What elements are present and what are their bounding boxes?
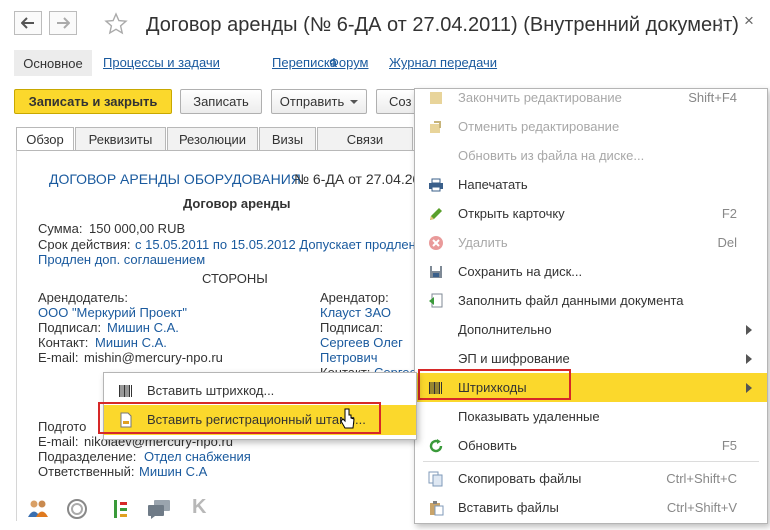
submenu-arrow-icon — [746, 354, 752, 364]
nav-main-tab[interactable]: Основное — [14, 50, 92, 76]
lessor-email-value: mishin@mercury-npo.ru — [84, 350, 223, 365]
division-label: Подразделение: — [38, 449, 137, 464]
menu-item-refresh[interactable]: Обновить F5 — [415, 431, 767, 460]
save-disk-icon — [430, 266, 442, 278]
users-icon[interactable] — [26, 498, 50, 520]
cancel-edit-icon — [430, 121, 441, 133]
tab-overview[interactable]: Обзор — [16, 127, 74, 151]
chevron-down-icon — [350, 99, 359, 104]
send-button-label: Отправить — [279, 94, 345, 109]
lessor-signed-label: Подписал: — [38, 320, 102, 335]
lessee-signed-link-2[interactable]: Петрович — [320, 350, 378, 365]
menu-item-fill-file[interactable]: Заполнить файл данными документа — [415, 286, 767, 315]
nav-link-transfer-log[interactable]: Журнал передачи — [389, 55, 497, 70]
printer-icon — [429, 178, 443, 192]
menu-item-more[interactable]: Дополнительно — [415, 315, 767, 344]
close-window-button[interactable]: × — [744, 11, 754, 31]
nav-link-forum[interactable]: Форум — [329, 55, 369, 70]
menu-item-copy-files[interactable]: Скопировать файлы Ctrl+Shift+C — [415, 464, 767, 493]
write-and-close-button[interactable]: Записать и закрыть — [14, 89, 172, 114]
prepared-label: Подгото — [38, 419, 87, 434]
responsible-label: Ответственный: — [38, 464, 135, 479]
discussion-icon[interactable] — [66, 498, 88, 520]
menu-item-open-card[interactable]: Открыть карточку F2 — [415, 199, 767, 228]
copy-files-icon — [428, 471, 443, 487]
favorite-star-icon[interactable] — [104, 12, 128, 36]
file-context-menu: Закончить редактирование Shift+F4 Отмени… — [414, 88, 768, 524]
forward-button[interactable] — [49, 11, 77, 35]
lessee-signed-link-1[interactable]: Сергеев Олег — [320, 335, 403, 350]
responsible-link[interactable]: Мишин С.А — [139, 464, 207, 479]
menu-item-finish-editing[interactable]: Закончить редактирование Shift+F4 — [415, 89, 767, 112]
document-number: № 6-ДА от 27.04.20 — [294, 171, 421, 187]
menu-item-delete[interactable]: Удалить Del — [415, 228, 767, 257]
write-button[interactable]: Записать — [180, 89, 262, 114]
tab-links[interactable]: Связи — [317, 127, 413, 151]
lessee-signed-label: Подписал: — [320, 320, 384, 335]
extension-link[interactable]: Продлен доп. соглашением — [38, 252, 205, 267]
menu-item-paste-files[interactable]: Вставить файлы Ctrl+Shift+V — [415, 493, 767, 522]
lessee-label: Арендатор: — [320, 290, 389, 305]
arrow-left-icon — [21, 17, 34, 29]
term-value: с 15.05.2011 по 15.05.2012 Допускает про… — [135, 237, 416, 252]
document-heading: Договор аренды — [183, 196, 291, 211]
tab-resolutions[interactable]: Резолюции — [167, 127, 258, 151]
chat-icon[interactable] — [146, 498, 172, 520]
lessor-label: Арендодатель: — [38, 290, 128, 305]
parties-heading: СТОРОНЫ — [202, 271, 268, 286]
barcode-icon — [119, 385, 132, 397]
submenu-arrow-icon — [746, 325, 752, 335]
paste-files-icon — [430, 501, 444, 516]
nav-link-processes[interactable]: Процессы и задачи — [103, 55, 220, 70]
nav-link-correspondence[interactable]: Переписка — [272, 55, 337, 70]
k-letter-icon[interactable]: K — [192, 496, 206, 519]
division-link[interactable]: Отдел снабжения — [144, 449, 251, 464]
lessor-email-label: E-mail: — [38, 350, 79, 365]
sum-value: 150 000,00 RUB — [89, 221, 186, 236]
finish-edit-icon — [430, 92, 442, 104]
menu-item-save-to-disk[interactable]: Сохранить на диск... — [415, 257, 767, 286]
more-vertical-icon[interactable] — [718, 18, 722, 32]
menu-item-show-deleted[interactable]: Показывать удаленные — [415, 402, 767, 431]
fill-file-icon — [429, 293, 443, 308]
lessee-name-link[interactable]: Клауст ЗАО — [320, 305, 391, 320]
window-title: Договор аренды (№ 6-ДА от 27.04.2011) (В… — [146, 14, 739, 36]
pencil-icon — [430, 208, 442, 220]
arrow-right-icon — [57, 17, 70, 29]
tab-visas[interactable]: Визы — [259, 127, 316, 151]
delete-icon — [429, 236, 443, 250]
sum-label: Сумма: — [38, 221, 83, 236]
stamp-highlight-frame — [98, 402, 381, 434]
mouse-pointer-icon — [340, 408, 355, 429]
menu-item-cancel-editing[interactable]: Отменить редактирование — [415, 112, 767, 141]
lessor-name-link[interactable]: ООО "Меркурий Проект" — [38, 305, 187, 320]
lessor-signed-link[interactable]: Мишин С.А. — [107, 320, 179, 335]
lessor-contact-link[interactable]: Мишин С.А. — [95, 335, 167, 350]
tab-details[interactable]: Реквизиты — [75, 127, 166, 151]
back-button[interactable] — [14, 11, 42, 35]
lessor-contact-label: Контакт: — [38, 335, 89, 350]
send-button[interactable]: Отправить — [271, 89, 367, 114]
refresh-icon — [429, 439, 443, 453]
barcodes-highlight-frame — [418, 369, 571, 400]
submenu-arrow-icon — [746, 383, 752, 393]
term-label: Срок действия: — [38, 237, 131, 252]
menu-item-print[interactable]: Напечатать — [415, 170, 767, 199]
process-flow-icon[interactable] — [112, 498, 130, 520]
prepared-email-label: E-mail: — [38, 434, 79, 449]
menu-item-refresh-from-disk[interactable]: Обновить из файла на диске... — [415, 141, 767, 170]
menu-separator — [423, 461, 759, 462]
document-type-link[interactable]: ДОГОВОР АРЕНДЫ ОБОРУДОВАНИЯ — [49, 171, 301, 187]
